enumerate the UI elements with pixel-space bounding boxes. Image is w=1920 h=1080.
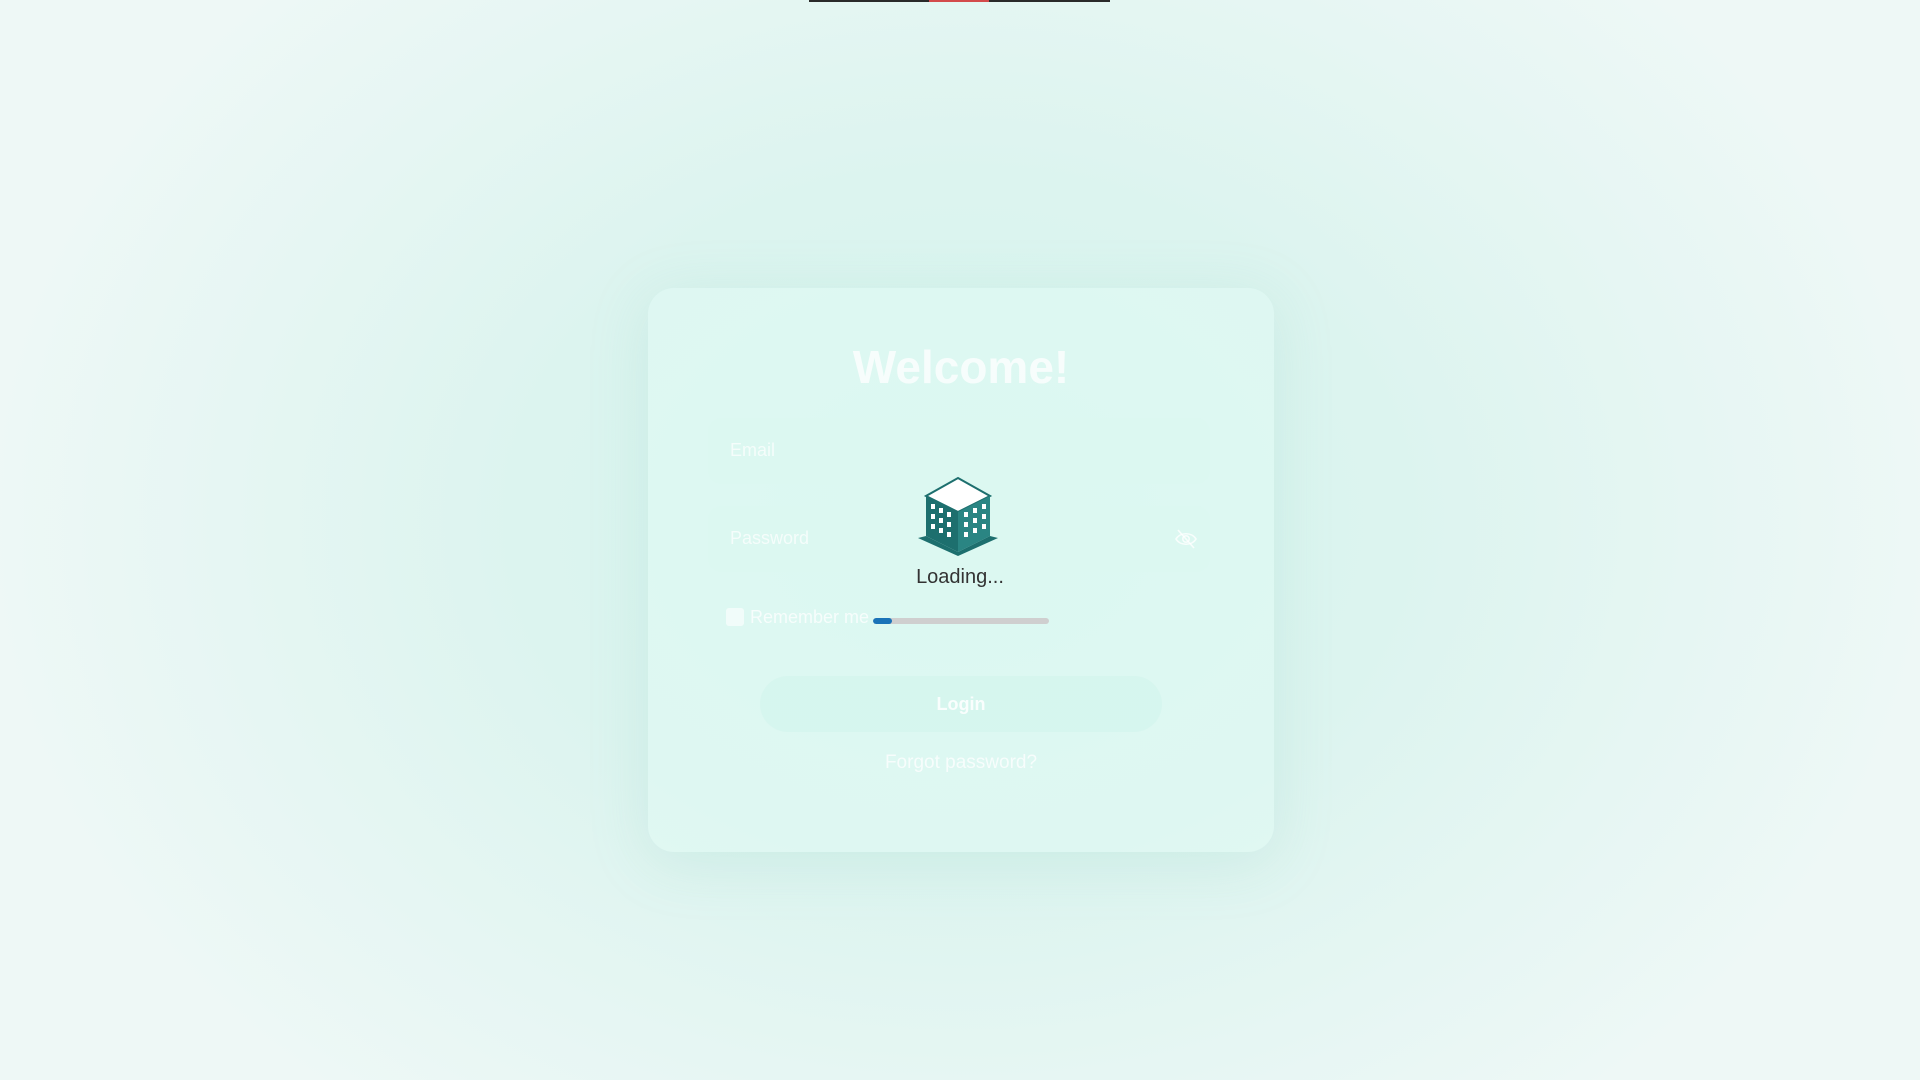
top-tab-strip — [809, 0, 1110, 2]
loading-text: Loading... — [916, 566, 1004, 588]
password-placeholder: Password — [730, 528, 810, 548]
loading-progress-fill — [873, 618, 893, 624]
loading-progress-bar — [873, 618, 1049, 624]
welcome-title: Welcome! — [852, 341, 1070, 393]
loading-overlay: Loading... — [860, 476, 1060, 636]
forgot-password-link[interactable]: Forgot password? — [648, 752, 1274, 774]
top-tab-strip-accent — [929, 0, 989, 2]
email-placeholder: Email — [730, 440, 776, 460]
hide-password-icon[interactable] — [1174, 528, 1198, 550]
remember-me-label: Remember me — [750, 606, 870, 627]
email-field[interactable]: Email — [708, 418, 1210, 484]
login-button[interactable]: Login — [760, 676, 1162, 732]
building-icon — [918, 476, 998, 556]
remember-me-checkbox[interactable] — [726, 608, 744, 626]
remember-me[interactable]: Remember me — [726, 606, 869, 628]
